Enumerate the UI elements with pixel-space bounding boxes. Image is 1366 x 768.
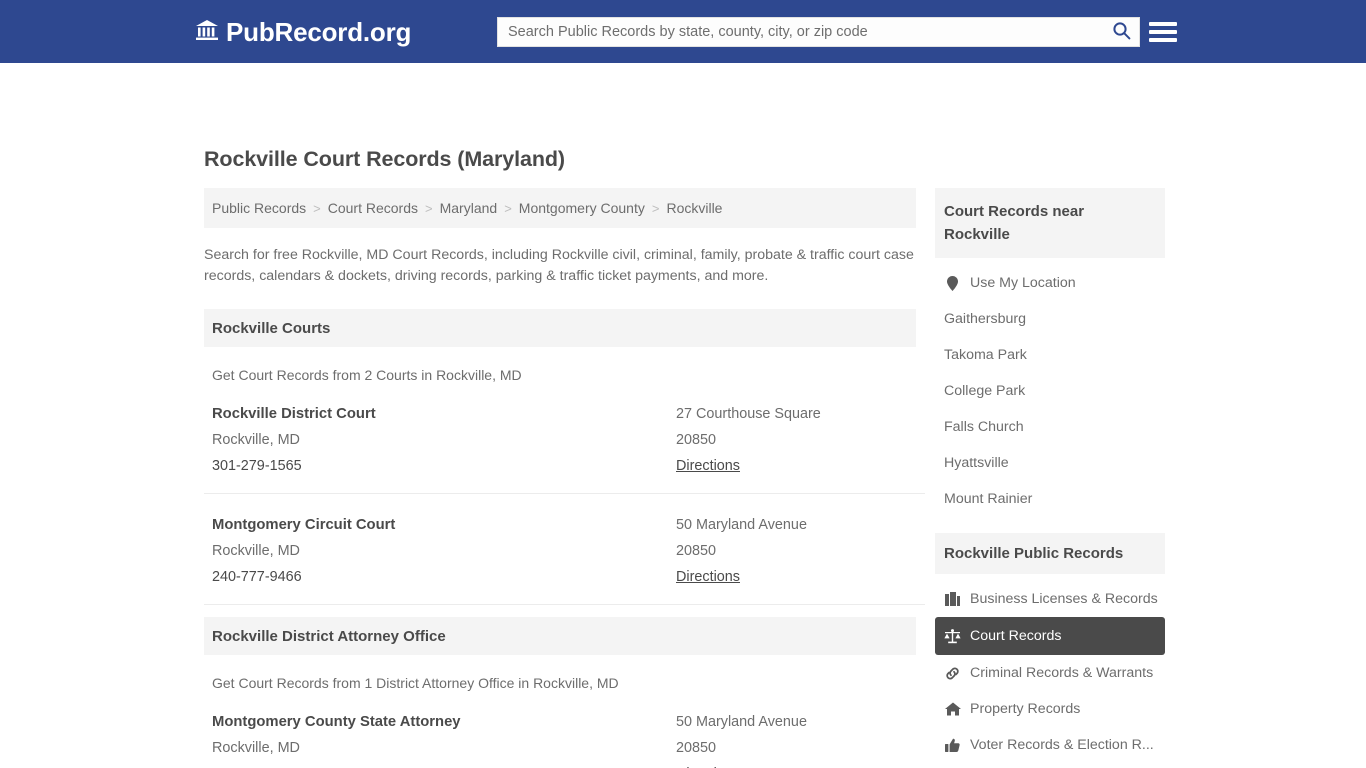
breadcrumb-separator: >: [425, 200, 433, 216]
site-header: PubRecord.org: [0, 0, 1366, 63]
link-icon: [944, 666, 961, 681]
sidebar-item-voter-records[interactable]: Voter Records & Election R...: [935, 727, 1165, 763]
listing-row: Montgomery Circuit Court Rockville, MD 2…: [204, 494, 925, 605]
breadcrumb-separator: >: [313, 200, 321, 216]
sidebar-nearby-list: Use My Location Gaithersburg Takoma Park…: [935, 265, 1165, 517]
sidebar-records-list: Business Licenses & Records Court Record…: [935, 581, 1165, 768]
sidebar-item-label: Voter Records & Election R...: [970, 737, 1154, 753]
directions-link[interactable]: Directions: [676, 761, 740, 768]
directions-link[interactable]: Directions: [676, 453, 740, 479]
sidebar-item-label: Gaithersburg: [944, 311, 1027, 327]
sidebar-item-college-park[interactable]: College Park: [935, 373, 1165, 409]
listing-phone: 240-777-9466: [212, 569, 302, 585]
sidebar-item-criminal-records[interactable]: Criminal Records & Warrants: [935, 655, 1165, 691]
breadcrumb-item-maryland[interactable]: Maryland: [440, 200, 498, 216]
thumbs-up-icon: [944, 738, 961, 753]
search-icon: [1112, 21, 1131, 43]
sidebar-item-label: Falls Church: [944, 419, 1024, 435]
listing-name[interactable]: Montgomery County State Attorney: [212, 709, 676, 735]
section-heading-district-attorney: Rockville District Attorney Office: [204, 617, 916, 655]
sidebar-item-hyattsville[interactable]: Hyattsville: [935, 445, 1165, 481]
search-bar[interactable]: [497, 17, 1140, 47]
map-pin-icon: [944, 275, 961, 291]
page-title: Rockville Court Records (Maryland): [204, 147, 565, 171]
listing-phone: 301-279-1565: [212, 458, 302, 474]
search-button[interactable]: [1103, 18, 1139, 46]
listing-name[interactable]: Rockville District Court: [212, 401, 676, 427]
sidebar-item-court-records[interactable]: Court Records: [935, 617, 1165, 655]
listing-zip: 20850: [676, 432, 717, 448]
listing-city-state: Rockville, MD: [212, 432, 300, 448]
scales-icon: [944, 628, 961, 644]
listing-address: 27 Courthouse Square: [676, 406, 821, 422]
sidebar-item-label: Mount Rainier: [944, 491, 1033, 507]
sidebar-item-label: Hyattsville: [944, 455, 1009, 471]
listing-right: 50 Maryland Avenue 20850 Directions: [676, 709, 925, 768]
sidebar-item-label: Business Licenses & Records: [970, 591, 1158, 607]
sidebar: Court Records near Rockville Use My Loca…: [935, 188, 1165, 768]
breadcrumb-separator: >: [651, 200, 660, 216]
sidebar-item-property-records[interactable]: Property Records: [935, 691, 1165, 727]
sidebar-item-use-my-location[interactable]: Use My Location: [935, 265, 1165, 301]
sidebar-item-all-public-records[interactable]: All Rockville Public Records (Maryland): [935, 763, 1165, 768]
section-subheading-district-attorney: Get Court Records from 1 District Attorn…: [212, 675, 619, 691]
section-subheading-courts: Get Court Records from 2 Courts in Rockv…: [212, 367, 522, 383]
main-content: Rockville Court Records (Maryland) Publi…: [204, 147, 925, 768]
sidebar-item-business-licenses[interactable]: Business Licenses & Records: [935, 581, 1165, 617]
sidebar-heading-public-records: Rockville Public Records: [935, 533, 1165, 574]
listing-left: Rockville District Court Rockville, MD 3…: [212, 401, 676, 479]
breadcrumb-item-montgomery-county[interactable]: Montgomery County: [519, 200, 645, 216]
sidebar-item-label: Criminal Records & Warrants: [970, 665, 1154, 681]
site-logo[interactable]: PubRecord.org: [195, 19, 411, 45]
listing-right: 50 Maryland Avenue 20850 Directions: [676, 512, 925, 590]
section-heading-courts: Rockville Courts: [204, 309, 916, 347]
listing-zip: 20850: [676, 740, 717, 756]
sidebar-item-mount-rainier[interactable]: Mount Rainier: [935, 481, 1165, 517]
listing-zip: 20850: [676, 543, 717, 559]
listing-name[interactable]: Montgomery Circuit Court: [212, 512, 676, 538]
sidebar-item-falls-church[interactable]: Falls Church: [935, 409, 1165, 445]
listing-row: Rockville District Court Rockville, MD 3…: [204, 383, 925, 494]
home-icon: [944, 702, 961, 716]
listing-phone: 240-777-7300: [212, 761, 676, 768]
sidebar-heading-nearby: Court Records near Rockville: [935, 188, 1165, 258]
page-description: Search for free Rockville, MD Court Reco…: [204, 247, 914, 284]
listing-city-state: Rockville, MD: [212, 543, 300, 559]
directions-link[interactable]: Directions: [676, 564, 740, 590]
sidebar-item-label: College Park: [944, 383, 1026, 399]
listing-left: Montgomery County State Attorney Rockvil…: [212, 709, 676, 768]
sidebar-item-gaithersburg[interactable]: Gaithersburg: [935, 301, 1165, 337]
brand-name: PubRecord.org: [226, 16, 412, 47]
bank-icon: [195, 19, 219, 45]
listing-address: 50 Maryland Avenue: [676, 714, 807, 730]
breadcrumb-item-court-records[interactable]: Court Records: [328, 200, 418, 216]
briefcase-icon: [944, 592, 961, 606]
sidebar-item-label: Takoma Park: [944, 347, 1027, 363]
sidebar-item-takoma-park[interactable]: Takoma Park: [935, 337, 1165, 373]
breadcrumb-item-public-records[interactable]: Public Records: [212, 200, 306, 216]
listing-left: Montgomery Circuit Court Rockville, MD 2…: [212, 512, 676, 590]
hamburger-menu-icon[interactable]: [1149, 18, 1177, 46]
sidebar-item-label: Property Records: [970, 701, 1081, 717]
breadcrumb-item-rockville[interactable]: Rockville: [666, 200, 722, 216]
sidebar-item-label: Court Records: [970, 628, 1062, 644]
search-input[interactable]: [498, 18, 1103, 46]
breadcrumb: Public Records > Court Records > Marylan…: [204, 188, 916, 228]
sidebar-item-label: Use My Location: [970, 275, 1076, 291]
listing-address: 50 Maryland Avenue: [676, 517, 807, 533]
breadcrumb-separator: >: [504, 200, 512, 216]
listing-row: Montgomery County State Attorney Rockvil…: [204, 691, 925, 768]
listing-right: 27 Courthouse Square 20850 Directions: [676, 401, 925, 479]
listing-city-state: Rockville, MD: [212, 740, 300, 756]
